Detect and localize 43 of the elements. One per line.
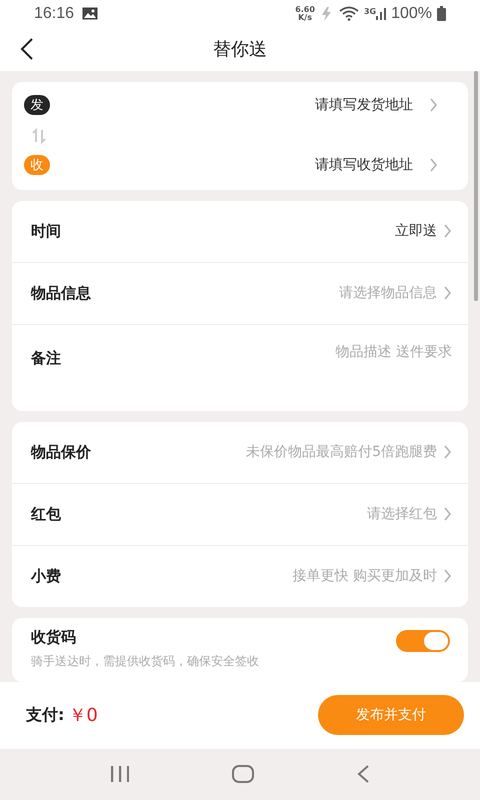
back-icon[interactable] bbox=[20, 38, 34, 60]
network-type: 3G bbox=[364, 7, 376, 16]
wifi-icon bbox=[338, 6, 359, 22]
speed-value: 6.60 bbox=[295, 6, 315, 14]
field-label: 备注 bbox=[31, 348, 61, 368]
field-placeholder[interactable]: 请选择物品信息 bbox=[339, 284, 437, 302]
option-title: 收货码 bbox=[31, 628, 77, 647]
bolt-icon bbox=[320, 6, 334, 21]
publish-pay-button[interactable]: 发布并支付 bbox=[318, 695, 464, 736]
pay-amount: ￥0 bbox=[68, 704, 98, 728]
page-title: 替你送 bbox=[213, 38, 267, 62]
chevron-right-icon bbox=[443, 224, 452, 238]
toggle-switch[interactable] bbox=[396, 630, 450, 652]
option-description: 骑手送达时，需提供收货码，确保安全签收 bbox=[31, 652, 260, 670]
field-label: 小费 bbox=[31, 566, 61, 586]
clock-time: 16:16 bbox=[34, 4, 74, 23]
chevron-right-icon bbox=[443, 507, 452, 522]
home-icon[interactable] bbox=[232, 765, 254, 784]
pay-label: 支付: bbox=[26, 704, 64, 726]
note-field[interactable]: 物品描述 送件要求 bbox=[252, 342, 452, 365]
chevron-right-icon bbox=[443, 445, 452, 460]
field-placeholder[interactable]: 接单更快 购买更加及时 bbox=[292, 567, 437, 586]
field-label: 物品保价 bbox=[31, 442, 91, 462]
address-field[interactable]: 请填写发货地址 bbox=[315, 96, 413, 114]
battery-icon bbox=[437, 6, 446, 22]
field-placeholder[interactable]: 请选择红包 bbox=[367, 505, 437, 524]
address-field[interactable]: 请填写收货地址 bbox=[315, 156, 413, 174]
signal-icon bbox=[376, 7, 386, 20]
speed-unit: K/s bbox=[298, 14, 312, 22]
battery-percent: 100% bbox=[391, 4, 432, 23]
field-placeholder[interactable]: 未保价物品最高赔付5倍跑腿费 bbox=[246, 443, 437, 462]
chevron-right-icon bbox=[443, 286, 452, 300]
chevron-right-icon bbox=[429, 158, 438, 172]
field-label: 物品信息 bbox=[31, 284, 91, 303]
field-label: 时间 bbox=[31, 222, 61, 241]
address-badge: 收 bbox=[24, 154, 50, 175]
recent-apps-icon[interactable] bbox=[111, 766, 130, 782]
field-value[interactable]: 立即送 bbox=[395, 222, 437, 240]
chevron-right-icon bbox=[443, 569, 452, 584]
address-badge: 发 bbox=[24, 94, 50, 115]
chevron-right-icon bbox=[429, 98, 438, 112]
field-label: 红包 bbox=[31, 504, 61, 524]
image-icon bbox=[82, 7, 98, 20]
